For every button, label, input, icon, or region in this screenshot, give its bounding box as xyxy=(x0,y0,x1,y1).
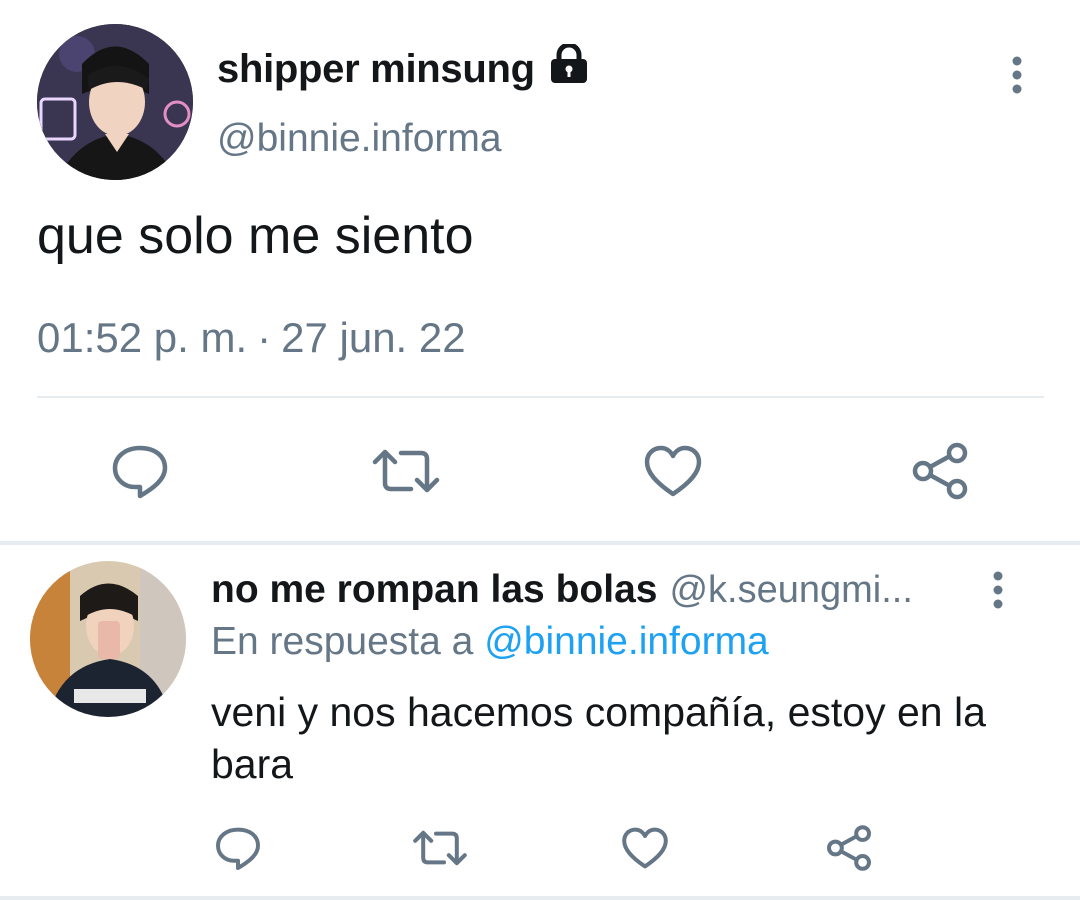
reply-prefix: En respuesta a xyxy=(211,620,474,663)
section-separator xyxy=(0,541,1080,545)
reply-mention-link[interactable]: @binnie.informa xyxy=(484,620,769,663)
timestamp-time: 01:52 p. m. xyxy=(37,314,248,361)
reply-like-button[interactable] xyxy=(617,820,673,876)
reply-text: veni y nos hacemos compañía, estoy en la… xyxy=(211,689,986,787)
timestamp[interactable]: 01:52 p. m. · 27 jun. 22 xyxy=(37,314,466,362)
bottom-separator xyxy=(0,896,1080,900)
reply-context: En respuesta a @binnie.informa xyxy=(211,620,769,664)
reply-retweet-button[interactable] xyxy=(410,820,470,876)
reply-display-name: no me rompan las bolas xyxy=(211,568,658,611)
heart-icon xyxy=(644,445,702,497)
reply-bubble-icon xyxy=(216,827,260,870)
timestamp-date: 27 jun. 22 xyxy=(281,314,466,361)
share-icon xyxy=(827,825,871,871)
retweet-icon xyxy=(413,830,467,866)
timestamp-separator: · xyxy=(257,314,272,361)
main-tweet: shipper minsung @binnie.informa que solo… xyxy=(0,0,1080,542)
reply-button[interactable] xyxy=(105,436,175,506)
reply-bubble-icon xyxy=(112,445,168,499)
heart-icon xyxy=(622,827,668,869)
reply-more-options-button[interactable] xyxy=(978,560,1018,620)
share-button[interactable] xyxy=(905,436,975,506)
vertical-dots-icon xyxy=(993,571,1003,609)
reply-avatar[interactable] xyxy=(30,561,186,717)
avatar[interactable] xyxy=(37,24,193,180)
like-button[interactable] xyxy=(638,436,708,506)
share-icon xyxy=(912,442,968,500)
divider xyxy=(37,396,1044,398)
retweet-button[interactable] xyxy=(370,436,442,506)
reply-share-button[interactable] xyxy=(821,820,877,876)
display-name[interactable]: shipper minsung xyxy=(217,42,591,94)
retweet-icon xyxy=(372,449,440,493)
vertical-dots-icon xyxy=(1012,56,1022,94)
tweet-text: que solo me siento xyxy=(37,207,474,265)
display-name-text: shipper minsung xyxy=(217,46,535,91)
reply-header[interactable]: no me rompan las bolas @k.seungmi... xyxy=(211,568,971,612)
reply-reply-button[interactable] xyxy=(210,820,266,876)
more-options-button[interactable] xyxy=(997,45,1037,105)
reply-handle: @k.seungmi... xyxy=(669,569,913,611)
lock-icon xyxy=(547,42,591,94)
handle[interactable]: @binnie.informa xyxy=(217,117,502,161)
